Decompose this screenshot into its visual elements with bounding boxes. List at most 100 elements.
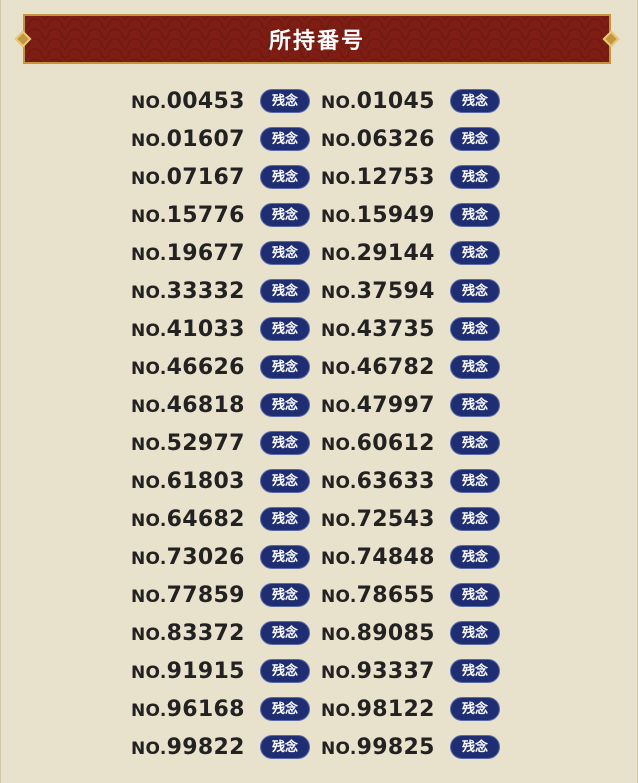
number-value: 89085 [356,620,435,646]
number-value: 74848 [356,544,435,570]
lottery-number: NO.91915 [131,659,255,684]
lottery-number: NO.63633 [321,469,445,494]
number-value: 00453 [166,88,245,114]
result-badge: 残念 [260,507,310,531]
number-prefix: NO. [131,320,167,341]
number-prefix: NO. [131,738,167,759]
number-value: 64682 [166,506,245,532]
number-entry: NO.47997 残念 [321,386,511,424]
result-badge: 残念 [260,583,310,607]
number-value: 72543 [356,506,435,532]
number-prefix: NO. [131,396,167,417]
number-entry: NO.46818 残念 [131,386,321,424]
lottery-number: NO.33332 [131,279,255,304]
result-badge: 残念 [450,127,500,151]
lottery-number: NO.07167 [131,165,255,190]
lottery-number: NO.78655 [321,583,445,608]
number-entry: NO.74848 残念 [321,538,511,576]
lottery-number: NO.61803 [131,469,255,494]
result-badge: 残念 [450,393,500,417]
number-value: 47997 [356,392,435,418]
number-entry: NO.43735 残念 [321,310,511,348]
number-entry: NO.29144 残念 [321,234,511,272]
result-badge: 残念 [450,279,500,303]
diamond-ornament-icon [14,30,32,48]
lottery-number: NO.06326 [321,127,445,152]
number-value: 43735 [356,316,435,342]
number-value: 52977 [166,430,245,456]
lottery-number: NO.52977 [131,431,255,456]
number-entry: NO.96168 残念 [131,690,321,728]
number-entry: NO.46626 残念 [131,348,321,386]
number-value: 98122 [356,696,435,722]
number-value: 01045 [356,88,435,114]
number-entry: NO.63633 残念 [321,462,511,500]
result-badge: 残念 [260,621,310,645]
number-value: 61803 [166,468,245,494]
number-entry: NO.61803 残念 [131,462,321,500]
number-entry: NO.89085 残念 [321,614,511,652]
lottery-number: NO.96168 [131,697,255,722]
number-value: 46782 [356,354,435,380]
number-value: 46626 [166,354,245,380]
result-badge: 残念 [260,545,310,569]
number-entry: NO.33332 残念 [131,272,321,310]
lottery-number: NO.72543 [321,507,445,532]
result-badge: 残念 [260,317,310,341]
number-entry: NO.15949 残念 [321,196,511,234]
number-prefix: NO. [321,168,357,189]
number-entry: NO.01045 残念 [321,82,511,120]
number-value: 99822 [166,734,245,760]
lottery-number: NO.73026 [131,545,255,570]
number-prefix: NO. [321,472,357,493]
lottery-number: NO.99825 [321,735,445,760]
number-entry: NO.83372 残念 [131,614,321,652]
result-badge: 残念 [260,697,310,721]
number-prefix: NO. [321,586,357,607]
number-prefix: NO. [321,92,357,113]
lottery-number: NO.00453 [131,89,255,114]
result-badge: 残念 [260,393,310,417]
number-prefix: NO. [321,700,357,721]
number-prefix: NO. [321,320,357,341]
number-prefix: NO. [321,624,357,645]
result-badge: 残念 [260,469,310,493]
result-badge: 残念 [260,431,310,455]
number-value: 78655 [356,582,435,608]
number-entry: NO.06326 残念 [321,120,511,158]
number-value: 83372 [166,620,245,646]
result-badge: 残念 [450,165,500,189]
number-value: 93337 [356,658,435,684]
result-badge: 残念 [450,621,500,645]
page-title: 所持番号 [268,28,365,54]
number-prefix: NO. [321,396,357,417]
lottery-number: NO.43735 [321,317,445,342]
number-entry: NO.15776 残念 [131,196,321,234]
number-prefix: NO. [131,510,167,531]
number-prefix: NO. [321,282,357,303]
number-prefix: NO. [321,434,357,455]
lottery-number: NO.98122 [321,697,445,722]
number-entry: NO.72543 残念 [321,500,511,538]
number-prefix: NO. [131,624,167,645]
number-entry: NO.00453 残念 [131,82,321,120]
result-badge: 残念 [450,355,500,379]
number-value: 01607 [166,126,245,152]
result-badge: 残念 [450,89,500,113]
number-value: 60612 [356,430,435,456]
number-entry: NO.46782 残念 [321,348,511,386]
header-banner: 所持番号 [14,14,620,64]
result-badge: 残念 [260,165,310,189]
number-prefix: NO. [131,244,167,265]
lottery-number: NO.93337 [321,659,445,684]
result-badge: 残念 [450,545,500,569]
result-badge: 残念 [450,659,500,683]
number-entry: NO.07167 残念 [131,158,321,196]
result-badge: 残念 [260,241,310,265]
number-prefix: NO. [131,282,167,303]
lottery-number: NO.15949 [321,203,445,228]
number-prefix: NO. [321,358,357,379]
number-value: 15949 [356,202,435,228]
number-value: 63633 [356,468,435,494]
number-entry: NO.64682 残念 [131,500,321,538]
